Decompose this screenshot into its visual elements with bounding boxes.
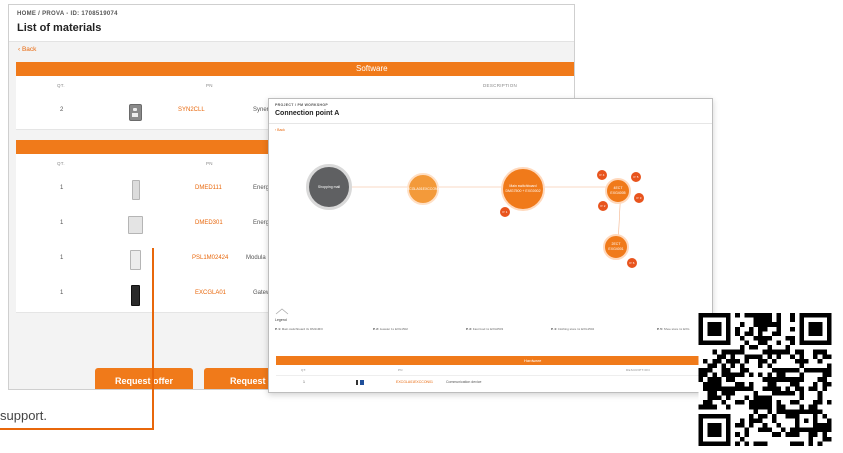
col-qt: QT. <box>57 161 65 166</box>
point-badge[interactable]: P. 4 <box>596 169 608 181</box>
col-pn: PN <box>206 161 213 166</box>
legend-item: P. 3: Fast food 1x EXG0503 <box>466 327 503 331</box>
node-label: EXCGLA01EXCCON01 <box>404 186 442 191</box>
legend-item: P. 2: Jeweler 1x EXG1502 <box>373 327 408 331</box>
point-badge[interactable]: P. 1 <box>499 206 511 218</box>
materials-header: HOME / PROVA - ID: 1708519074 List of ma… <box>9 5 574 42</box>
node-gateway[interactable]: EXCGLA01EXCCON01 <box>404 173 442 205</box>
callout-line <box>0 428 154 430</box>
qt-cell: 1 <box>60 255 64 261</box>
node-label: 2ECT EXG4001 <box>608 242 623 251</box>
col-description: DESCRIPTION <box>483 83 518 88</box>
legend-title: Legend <box>275 318 287 322</box>
node-label: Shopping mall <box>317 184 341 189</box>
legend-item: P. 5: Shoe store 1x EXG <box>657 327 689 331</box>
callout-line <box>152 248 154 430</box>
phone-device-icon <box>129 104 142 121</box>
legend-text: Clothing store 1x EXG1502 <box>556 327 595 331</box>
legend-text: Shoe store 1x EXG <box>662 327 690 331</box>
legend-text: Main switchboard 3x DM11M/0 <box>280 327 323 331</box>
node-shopping-mall[interactable]: Shopping mall <box>306 164 352 210</box>
legend-text: Fast food 1x EXG0503 <box>471 327 504 331</box>
col-qt: QT. <box>57 83 65 88</box>
hardware-section-title: Hardware <box>524 358 542 363</box>
software-column-header-row: QT. PN DESCRIPTION <box>16 76 574 95</box>
node-label: Main switchboard DMG7500 + EXG0002 <box>505 184 540 193</box>
table-row: 1 EXCGLA01EXCCON01 Communication device <box>276 376 712 390</box>
point-badge[interactable]: P. 6 <box>626 257 638 269</box>
pn-link[interactable]: EXCGLA01 <box>195 290 226 296</box>
device-icon <box>356 380 358 385</box>
point-badge[interactable]: P. 5 <box>630 171 642 183</box>
node-main-switchboard[interactable]: Main switchboard DMG7500 + EXG0002 <box>501 167 545 211</box>
request-offer-button[interactable]: Request offer <box>95 368 193 389</box>
node-4ect[interactable]: 4ECT EXG4005 <box>605 178 631 204</box>
caption-text: support. <box>0 408 47 423</box>
node-label-line: 2ECT <box>611 242 621 247</box>
hardware-column-header-row: QT. PN DESCRIPTION <box>276 365 712 376</box>
legend-item: P. 1: Main switchboard 3x DM11M/0 <box>275 327 323 331</box>
legend-item: P. 4: Clothing store 1x EXG1502 <box>551 327 594 331</box>
point-badge[interactable]: P. 3 <box>633 192 645 204</box>
breadcrumb: HOME / PROVA - ID: 1708519074 <box>17 11 118 17</box>
node-label-line: 4ECT <box>613 186 623 191</box>
qt-cell: 1 <box>60 290 64 296</box>
pn-link[interactable]: DMED111 <box>195 185 222 191</box>
qt-cell: 2 <box>60 107 64 113</box>
software-section-header: Software <box>16 62 574 76</box>
hardware-section-header: Hardware <box>276 356 712 365</box>
point-badge[interactable]: P. 2 <box>597 200 609 212</box>
pn-link[interactable]: DMED301 <box>195 220 223 226</box>
pn-link[interactable]: EXCGLA01EXCCON01 <box>396 380 433 384</box>
qr-code <box>698 313 832 446</box>
connection-point-window: PROJECT / PM WORKSHOP Connection point A… <box>268 98 713 393</box>
description-cell: Modula <box>246 255 266 261</box>
node-label-line: EXG4005 <box>610 191 626 195</box>
col-pn: PN <box>398 368 403 372</box>
qt-cell: 1 <box>60 220 64 226</box>
qt-cell: 1 <box>60 185 64 191</box>
legend-icon <box>275 308 289 315</box>
gateway-icon <box>131 285 140 306</box>
device-icon <box>360 380 364 385</box>
software-section-title: Software <box>356 64 388 73</box>
back-link[interactable]: ‹ Back <box>18 46 36 53</box>
din-meter-slim-icon <box>132 180 140 200</box>
node-label-line: EXG4001 <box>608 247 624 251</box>
page-title: List of materials <box>17 22 102 34</box>
pn-link[interactable]: PSL1M02424 <box>192 255 228 261</box>
node-label: 4ECT EXG4005 <box>610 186 625 195</box>
description-cell: Communication device <box>446 380 482 384</box>
node-label-line: Main switchboard <box>509 184 537 189</box>
node-label-line: DMG7500 + EXG0002 <box>505 189 541 193</box>
legend-text: Jeweler 1x EXG1502 <box>378 327 408 331</box>
col-description: DESCRIPTION <box>626 368 650 372</box>
pn-link[interactable]: SYN2CLL <box>178 107 205 113</box>
node-2ect[interactable]: 2ECT EXG4001 <box>603 234 629 260</box>
col-pn: PN <box>206 83 213 88</box>
col-qt: QT. <box>301 368 307 372</box>
power-supply-icon <box>130 250 141 270</box>
qt-cell: 1 <box>303 380 305 384</box>
din-meter-wide-icon <box>128 216 143 234</box>
